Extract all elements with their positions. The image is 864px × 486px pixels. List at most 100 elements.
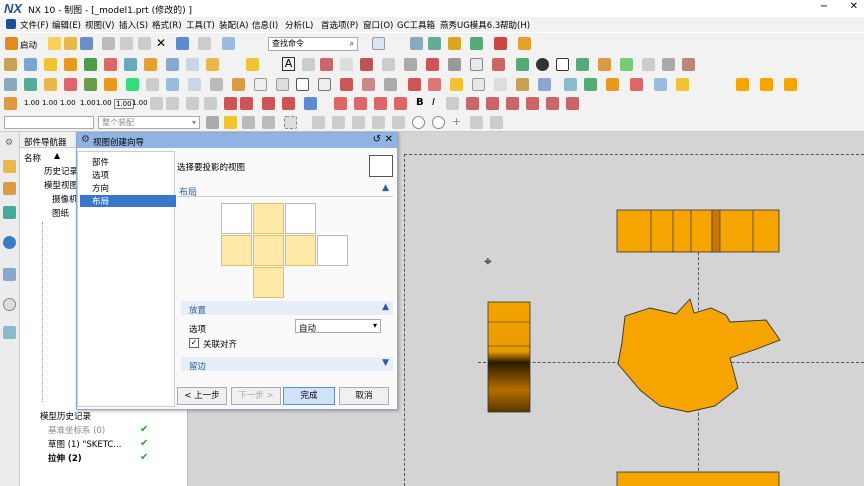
type-filter-dropdown[interactable] (4, 116, 94, 129)
section-line-icon[interactable] (232, 78, 245, 91)
new-sheet-icon[interactable] (4, 58, 17, 71)
snap-icon[interactable] (606, 78, 619, 91)
image-icon[interactable] (516, 58, 529, 71)
orient2-icon[interactable] (760, 78, 773, 91)
snap-point-icon[interactable] (224, 116, 237, 129)
intersection-icon[interactable] (372, 116, 385, 129)
centerline-icon[interactable] (246, 58, 259, 71)
abc-icon[interactable] (472, 78, 485, 91)
dim-angular[interactable]: 1.00 (60, 99, 76, 107)
layout-cell-left[interactable] (221, 235, 252, 266)
rectangle-icon[interactable] (556, 58, 569, 71)
sketch-icon[interactable] (188, 78, 201, 91)
group-icon[interactable] (676, 78, 689, 91)
fit-icon-3[interactable] (186, 97, 199, 110)
sort-icon[interactable]: ▲ (54, 151, 60, 160)
letter-icon[interactable] (566, 97, 579, 110)
italic-icon[interactable]: I (432, 97, 435, 108)
tree-extrude[interactable]: 拉伸 (2) (48, 452, 82, 464)
slope-icon[interactable] (240, 97, 253, 110)
menu-assembly[interactable]: 装配(A) (219, 19, 248, 31)
ordinate-icon[interactable] (394, 97, 407, 110)
clear-icon[interactable] (408, 78, 421, 91)
dim-thickness[interactable]: 1.00 (96, 99, 112, 107)
front-view[interactable] (617, 298, 781, 413)
section-view-icon[interactable] (64, 58, 77, 71)
menu-format[interactable]: 格式(R) (152, 19, 182, 31)
cancel-button[interactable]: 取消 (339, 387, 389, 405)
text-style-icon[interactable] (354, 97, 367, 110)
base-icon[interactable] (44, 78, 57, 91)
constraint-nav-icon[interactable] (3, 206, 16, 219)
target-point-icon[interactable] (426, 58, 439, 71)
delete-icon[interactable]: ✕ (156, 36, 166, 50)
feature-control-icon[interactable] (320, 58, 333, 71)
reset-icon[interactable]: ↺ (373, 134, 381, 145)
sheet-icon[interactable] (210, 78, 223, 91)
datum-plane-icon[interactable] (166, 78, 179, 91)
minimize-icon[interactable]: − (820, 1, 828, 12)
tree-history[interactable]: 历史记录 (44, 165, 78, 177)
colorize-icon[interactable] (620, 58, 633, 71)
balloon-icon[interactable] (492, 58, 505, 71)
clock-icon[interactable] (3, 298, 16, 311)
dim-arc[interactable]: 1.00 (114, 99, 134, 109)
menu-analysis[interactable]: 分析(L) (285, 19, 313, 31)
dialog-title-bar[interactable]: ⚙ 视图创建向导 ↺ ✕ (77, 133, 397, 148)
hatch-icon[interactable] (448, 58, 461, 71)
align-icon[interactable] (446, 97, 459, 110)
section-placement-header[interactable]: 放置 ▲ (181, 301, 393, 316)
edit-sheet-icon[interactable] (576, 58, 589, 71)
drawing-nav-icon[interactable] (3, 160, 16, 173)
menu-view[interactable]: 视图(V) (85, 19, 114, 31)
associative-align-checkbox[interactable]: ✓ (189, 338, 199, 348)
display-icon[interactable] (448, 37, 461, 50)
weld-bead-icon[interactable] (682, 58, 695, 71)
select-all-icon[interactable] (206, 116, 219, 129)
datum-icon[interactable] (360, 58, 373, 71)
layout-cell-top[interactable] (253, 203, 284, 234)
tree-datum-csys[interactable]: 基准坐标系 (0) (48, 424, 105, 436)
sphere-icon[interactable] (536, 58, 549, 71)
layout-cell-top-left[interactable] (221, 203, 252, 234)
layer-icon[interactable] (584, 78, 597, 91)
arc-center-icon[interactable] (412, 116, 425, 129)
new-file-icon[interactable] (48, 37, 61, 50)
frame-icon[interactable] (546, 97, 559, 110)
menu-gc-toolbox[interactable]: GC工具箱 (397, 19, 435, 31)
dim-ordinate[interactable]: 1.00 (132, 99, 148, 107)
close-window-icon[interactable]: ✕ (850, 1, 858, 12)
tree-cameras[interactable]: 摄像机 (52, 193, 78, 205)
table-note-icon[interactable] (276, 78, 289, 91)
rect-select-icon[interactable] (284, 116, 297, 129)
endpoint-icon[interactable] (312, 116, 325, 129)
pattern-icon[interactable] (654, 78, 667, 91)
mirror-icon[interactable] (84, 78, 97, 91)
angle-icon[interactable] (224, 97, 237, 110)
layout-cell-bottom[interactable] (253, 267, 284, 298)
section-margin-header[interactable]: 留边 ▼ (181, 357, 393, 372)
underline-icon[interactable] (486, 97, 499, 110)
web-browser-icon[interactable] (3, 236, 16, 249)
undo-icon[interactable] (176, 37, 189, 50)
weld-icon[interactable] (404, 58, 417, 71)
label-icon[interactable] (450, 78, 463, 91)
no-symbol-icon[interactable] (282, 97, 295, 110)
measure-icon[interactable] (494, 37, 507, 50)
section-layout-header[interactable]: 布局 ▲ (177, 183, 393, 198)
base-view-icon[interactable] (24, 58, 37, 71)
view-label-icon[interactable] (206, 58, 219, 71)
column-name[interactable]: 名称 (24, 152, 41, 164)
diameter-icon[interactable] (262, 97, 275, 110)
dialog-close-icon[interactable]: ✕ (385, 134, 393, 145)
next-button[interactable]: 下一步 > (231, 387, 281, 405)
view-icon[interactable] (4, 78, 17, 91)
crosshair-icon[interactable] (340, 78, 353, 91)
arrow-icon[interactable] (304, 97, 317, 110)
layout-cell-far-right[interactable] (317, 235, 348, 266)
format-icon[interactable] (494, 78, 507, 91)
rotate-icon[interactable] (126, 78, 139, 91)
region-icon[interactable] (516, 78, 529, 91)
controlpoint-icon[interactable] (352, 116, 365, 129)
edit-object-icon[interactable] (428, 37, 441, 50)
